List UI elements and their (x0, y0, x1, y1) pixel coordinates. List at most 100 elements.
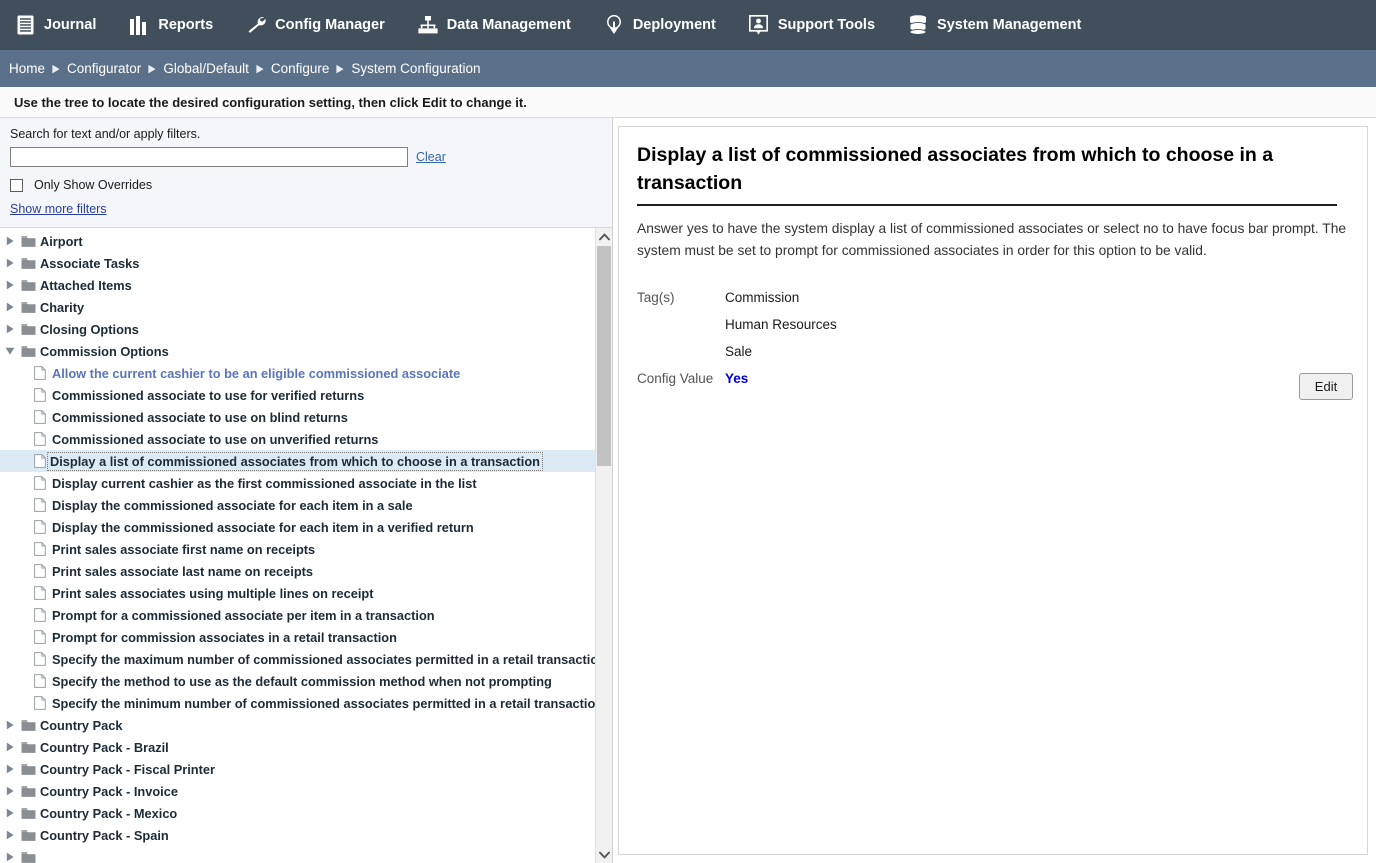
search-input[interactable] (10, 147, 408, 167)
tree-node-label: Attached Items (40, 278, 132, 293)
tree-node[interactable]: Country Pack - Spain (0, 824, 595, 846)
person-badge-icon (748, 13, 770, 37)
arrow-down-icon[interactable] (2, 343, 18, 359)
tree-node[interactable]: Attached Items (0, 274, 595, 296)
tree-node-label: Country Pack (40, 718, 123, 733)
tree-node[interactable]: Display the commissioned associate for e… (0, 494, 595, 516)
tree-node[interactable]: Closing Options (0, 318, 595, 340)
filter-box: Search for text and/or apply filters. Cl… (0, 118, 612, 228)
tree-node[interactable]: Specify the method to use as the default… (0, 670, 595, 692)
tree-node[interactable]: Print sales associates using multiple li… (0, 582, 595, 604)
tree-node-label: Print sales associates using multiple li… (52, 586, 373, 601)
tree-node-label: Display the commissioned associate for e… (52, 520, 474, 535)
arrow-right-icon[interactable] (2, 717, 18, 733)
folder-icon (18, 321, 38, 337)
tree-node[interactable]: Allow the current cashier to be an eligi… (0, 362, 595, 384)
arrow-right-icon[interactable] (2, 277, 18, 293)
tree-node-label: Country Pack - Mexico (40, 806, 177, 821)
hierarchy-icon (417, 13, 439, 37)
tree-node-label: Closing Options (40, 322, 139, 337)
arrow-right-icon[interactable] (2, 233, 18, 249)
nav-item-config-manager[interactable]: Config Manager (245, 0, 399, 50)
tree-node[interactable]: Country Pack - Fiscal Printer (0, 758, 595, 780)
tree-node[interactable]: Country Pack - Mexico (0, 802, 595, 824)
tree-node[interactable]: Commission Options (0, 340, 595, 362)
tree-node[interactable]: Display the commissioned associate for e… (0, 516, 595, 538)
nav-item-label: Journal (44, 17, 96, 33)
tree-node[interactable]: Country Pack - Brazil (0, 736, 595, 758)
tree-node-label: Specify the method to use as the default… (52, 674, 552, 689)
tag-value: Commission (725, 284, 799, 311)
tree-node[interactable]: Commissioned associate to use on unverif… (0, 428, 595, 450)
config-value-row: Config ValueYes (637, 365, 1349, 392)
file-icon (30, 607, 50, 623)
reports-bar-chart-icon (128, 13, 150, 37)
nav-item-journal[interactable]: Journal (14, 0, 110, 50)
tree-node[interactable]: Charity (0, 296, 595, 318)
breadcrumb-item-configurator[interactable]: Configurator (64, 61, 144, 76)
tree-node-label: Print sales associate first name on rece… (52, 542, 315, 557)
tag-row: Tag(s)Commission (637, 284, 1349, 311)
scroll-down-icon[interactable] (596, 846, 612, 863)
nav-item-data-management[interactable]: Data Management (417, 0, 585, 50)
tree-node[interactable]: Specify the minimum number of commission… (0, 692, 595, 714)
arrow-right-icon[interactable] (2, 783, 18, 799)
search-row: Clear (10, 147, 602, 167)
arrow-right-icon[interactable] (2, 739, 18, 755)
breadcrumb-separator-icon: ▶ (253, 62, 267, 75)
breadcrumb-separator-icon: ▶ (334, 62, 348, 75)
tree-node[interactable]: Print sales associate first name on rece… (0, 538, 595, 560)
tree-node[interactable]: Display current cashier as the first com… (0, 472, 595, 494)
arrow-right-icon[interactable] (2, 255, 18, 271)
file-icon (30, 365, 50, 381)
detail-description: Answer yes to have the system display a … (637, 218, 1349, 262)
breadcrumb-item-global-default[interactable]: Global/Default (160, 61, 252, 76)
cloud-download-icon (603, 13, 625, 37)
folder-icon (18, 849, 38, 863)
only-show-overrides-label: Only Show Overrides (34, 178, 152, 192)
wrench-icon (245, 13, 267, 37)
tree-node[interactable]: Prompt for commission associates in a re… (0, 626, 595, 648)
arrow-right-icon[interactable] (2, 827, 18, 843)
tree-node[interactable]: Specify the maximum number of commission… (0, 648, 595, 670)
tree-node[interactable] (0, 846, 595, 863)
tree-node[interactable]: Commissioned associate to use for verifi… (0, 384, 595, 406)
tree-node[interactable]: Airport (0, 230, 595, 252)
arrow-right-icon[interactable] (2, 299, 18, 315)
clear-filters-link[interactable]: Clear (416, 150, 446, 164)
tree-node[interactable]: Commissioned associate to use on blind r… (0, 406, 595, 428)
scrollbar-thumb[interactable] (597, 246, 611, 466)
breadcrumb-item-system-configuration: System Configuration (348, 61, 483, 76)
folder-icon (18, 827, 38, 843)
only-show-overrides-checkbox[interactable] (10, 179, 23, 192)
folder-icon (18, 299, 38, 315)
file-icon (30, 497, 50, 513)
tree-node-selected[interactable]: Display a list of commissioned associate… (0, 450, 595, 472)
tree-node[interactable]: Country Pack - Invoice (0, 780, 595, 802)
breadcrumb-item-configure[interactable]: Configure (268, 61, 333, 76)
folder-icon (18, 343, 38, 359)
nav-item-deployment[interactable]: Deployment (603, 0, 730, 50)
tree-scrollbar[interactable] (595, 228, 612, 863)
scroll-up-icon[interactable] (596, 228, 612, 245)
show-more-filters-link[interactable]: Show more filters (10, 202, 107, 216)
nav-item-reports[interactable]: Reports (128, 0, 227, 50)
arrow-right-icon[interactable] (2, 849, 18, 863)
tree-node[interactable]: Prompt for a commissioned associate per … (0, 604, 595, 626)
tree-node[interactable]: Print sales associate last name on recei… (0, 560, 595, 582)
tree-node-label: Associate Tasks (40, 256, 139, 271)
nav-item-support-tools[interactable]: Support Tools (748, 0, 889, 50)
folder-icon (18, 717, 38, 733)
arrow-right-icon[interactable] (2, 761, 18, 777)
breadcrumb-item-home[interactable]: Home (6, 61, 48, 76)
database-stack-icon (907, 13, 929, 37)
edit-button[interactable]: Edit (1299, 373, 1353, 400)
tree-node[interactable]: Country Pack (0, 714, 595, 736)
nav-item-system-management[interactable]: System Management (907, 0, 1095, 50)
arrow-right-icon[interactable] (2, 321, 18, 337)
file-icon (30, 453, 50, 469)
tree-node[interactable]: Associate Tasks (0, 252, 595, 274)
folder-icon (18, 255, 38, 271)
tags-label-spacer (637, 338, 725, 365)
arrow-right-icon[interactable] (2, 805, 18, 821)
